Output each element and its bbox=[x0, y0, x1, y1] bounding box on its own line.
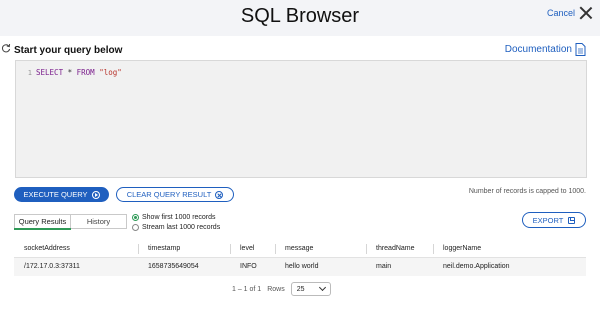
option-show-first-label: Show first 1000 records bbox=[142, 213, 216, 221]
pagination: 1 – 1 of 1 Rows 25 bbox=[232, 282, 331, 296]
line-number: 1 bbox=[27, 69, 32, 77]
rows-label: Rows bbox=[267, 285, 285, 293]
column-divider[interactable] bbox=[138, 244, 139, 254]
close-icon bbox=[580, 7, 592, 19]
column-divider[interactable] bbox=[230, 244, 231, 254]
documentation-label: Documentation bbox=[504, 44, 572, 55]
table-cell: 1658735649054 bbox=[148, 263, 199, 270]
cancel-button[interactable]: Cancel bbox=[547, 7, 592, 19]
execute-query-label: EXECUTE QUERY bbox=[23, 190, 88, 199]
option-stream-last-label: Stream last 1000 records bbox=[142, 223, 221, 231]
clear-query-result-label: CLEAR QUERY RESULT bbox=[126, 190, 212, 199]
record-mode-options: Show first 1000 records Stream last 1000… bbox=[132, 212, 220, 232]
query-prompt: Start your query below bbox=[14, 45, 123, 56]
sql-editor[interactable]: 1 SELECT * FROM "log" bbox=[15, 60, 587, 178]
table-row[interactable]: /172.17.0.3:37311 1658735649054 INFO hel… bbox=[14, 258, 586, 276]
column-header[interactable]: level bbox=[240, 240, 254, 258]
chevron-down-icon bbox=[318, 283, 326, 292]
sql-keyword-select: SELECT bbox=[36, 68, 64, 77]
table-cell: /172.17.0.3:37311 bbox=[24, 263, 80, 270]
option-show-first[interactable]: Show first 1000 records bbox=[132, 212, 220, 222]
rows-per-page-value: 25 bbox=[296, 285, 305, 293]
sql-code[interactable]: SELECT * FROM "log" bbox=[36, 68, 122, 77]
column-divider[interactable] bbox=[433, 244, 434, 254]
column-divider[interactable] bbox=[275, 244, 276, 254]
clear-circle-icon bbox=[215, 190, 224, 199]
cancel-label: Cancel bbox=[546, 8, 575, 18]
column-header[interactable]: timestamp bbox=[148, 240, 180, 258]
export-label: EXPORT bbox=[532, 215, 564, 225]
option-stream-last[interactable]: Stream last 1000 records bbox=[132, 222, 220, 232]
table-cell: main bbox=[376, 263, 392, 270]
document-icon bbox=[575, 43, 586, 56]
tab-history[interactable]: History bbox=[71, 215, 126, 228]
header-bar: SQL Browser Cancel bbox=[0, 0, 600, 36]
results-table: socketAddress timestamp level message th… bbox=[14, 240, 586, 276]
tab-query-results[interactable]: Query Results bbox=[15, 215, 71, 228]
page-title: SQL Browser bbox=[240, 5, 360, 27]
sql-keyword-from: FROM bbox=[76, 68, 95, 77]
refresh-icon[interactable] bbox=[1, 43, 11, 53]
records-cap-note: Number of records is capped to 1000. bbox=[468, 188, 586, 195]
active-tab-indicator bbox=[14, 228, 71, 230]
play-circle-icon bbox=[91, 190, 100, 199]
table-cell: hello world bbox=[285, 263, 319, 270]
export-button[interactable]: EXPORT bbox=[522, 212, 586, 228]
column-divider[interactable] bbox=[366, 244, 367, 254]
documentation-link[interactable]: Documentation bbox=[505, 43, 586, 56]
clear-query-result-button[interactable]: CLEAR QUERY RESULT bbox=[116, 187, 234, 202]
sql-table-name: "log" bbox=[99, 68, 122, 77]
table-header: socketAddress timestamp level message th… bbox=[14, 240, 586, 258]
sql-star: * bbox=[67, 68, 73, 77]
result-tabs: Query Results History bbox=[14, 214, 127, 229]
column-header[interactable]: threadName bbox=[376, 240, 415, 258]
table-cell: INFO bbox=[240, 263, 257, 270]
rows-per-page-select[interactable]: 25 bbox=[290, 282, 331, 296]
column-header[interactable]: socketAddress bbox=[24, 240, 70, 258]
column-header[interactable]: message bbox=[285, 240, 313, 258]
pagination-range: 1 – 1 of 1 bbox=[232, 285, 262, 293]
save-icon bbox=[568, 216, 576, 224]
radio-selected-icon[interactable] bbox=[132, 213, 139, 221]
execute-query-button[interactable]: EXECUTE QUERY bbox=[14, 187, 109, 202]
radio-unselected-icon[interactable] bbox=[132, 223, 139, 231]
column-header[interactable]: loggerName bbox=[443, 240, 481, 258]
table-cell: neil.demo.Application bbox=[443, 263, 510, 270]
